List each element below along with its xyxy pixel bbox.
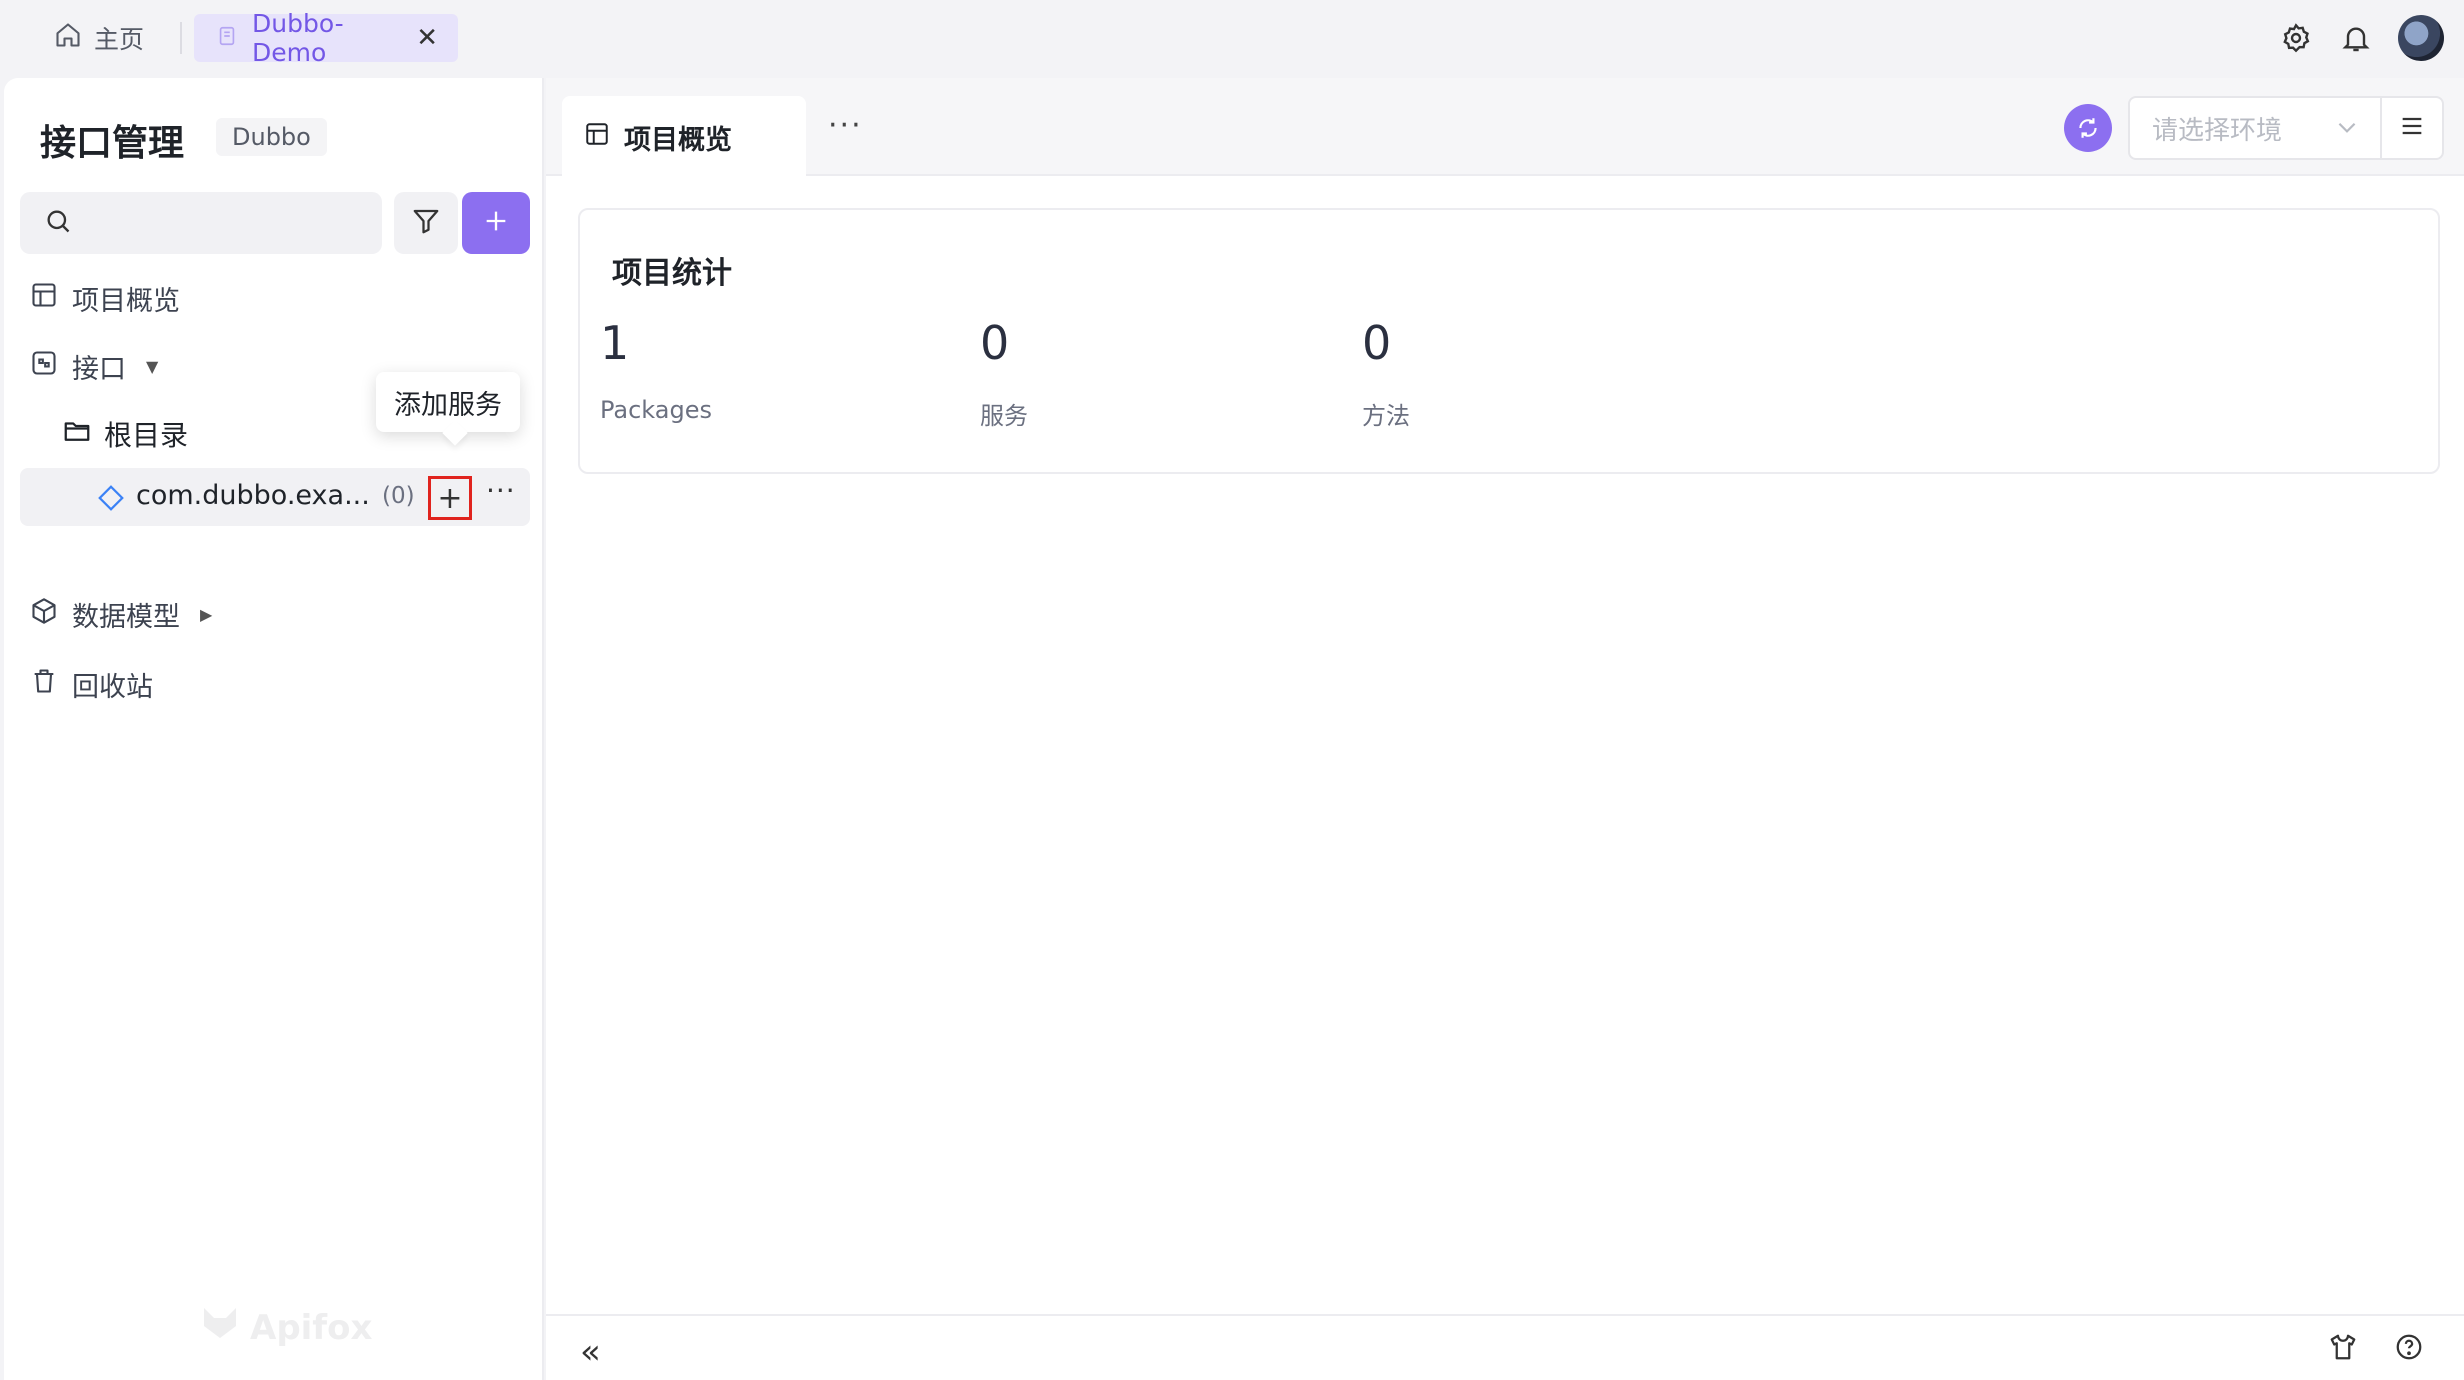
home-tab-label: 主页: [94, 25, 145, 54]
nav-item-data-models[interactable]: 数据模型 ▶: [30, 592, 212, 636]
chevron-down-icon: [2334, 114, 2360, 147]
main-panel: 项目概览 ··· 请选择环境 项目统计 1 Packages 0 服务 0 方法…: [546, 78, 2464, 1380]
plus-icon: [482, 207, 510, 239]
service-count: (0): [382, 483, 415, 509]
stat-value: 0: [980, 316, 1010, 370]
main-tab-bar: 项目概览 ··· 请选择环境: [546, 78, 2464, 178]
nav-item-apis[interactable]: 接口 ▼: [30, 344, 158, 388]
stat-label: Packages: [600, 396, 712, 424]
project-tab[interactable]: Dubbo-Demo ✕: [194, 9, 458, 67]
stat-label: 服务: [980, 402, 1028, 430]
protocol-badge: Dubbo: [216, 118, 327, 156]
environment-menu-button[interactable]: [2380, 96, 2444, 160]
nav-item-data-models-label: 数据模型: [72, 601, 180, 633]
close-icon[interactable]: ✕: [416, 23, 438, 53]
bottom-bar: «: [546, 1314, 2464, 1380]
shirt-icon[interactable]: [2328, 1332, 2358, 1366]
layout-icon: [30, 281, 58, 316]
nav-item-overview-label: 项目概览: [72, 285, 180, 317]
tab-more-icon[interactable]: ···: [828, 108, 863, 143]
sidebar: 接口管理 Dubbo 项目概览 接口 ▼ 根目录 com.dubbo.exa..…: [4, 78, 544, 1380]
trash-icon: [30, 667, 58, 702]
tooltip-add-service: 添加服务: [376, 372, 520, 432]
help-icon[interactable]: [2394, 1332, 2424, 1366]
doc-icon: [216, 24, 238, 53]
stat-label: 方法: [1362, 402, 1410, 430]
project-stats-card: 项目统计 1 Packages 0 服务 0 方法: [578, 208, 2440, 474]
top-bar: 主页 Dubbo-Demo ✕: [0, 0, 2464, 78]
avatar[interactable]: [2398, 15, 2444, 61]
apifox-logo-icon: [200, 1306, 240, 1349]
filter-button[interactable]: [394, 192, 458, 254]
stats-title: 项目统计: [612, 256, 732, 291]
service-name: com.dubbo.exa...: [136, 480, 370, 511]
caret-right-icon[interactable]: ▶: [200, 605, 212, 624]
project-tab-label: Dubbo-Demo: [252, 9, 344, 67]
nav-item-overview[interactable]: 项目概览: [30, 276, 180, 320]
app-window: 主页 Dubbo-Demo ✕ 接口管理 Dubbo 项目概览 接口 ▼ 根目录…: [0, 0, 2464, 1380]
home-tab[interactable]: 主页: [54, 16, 144, 60]
more-icon[interactable]: ···: [486, 474, 516, 507]
tree-folder-root[interactable]: 根目录: [62, 412, 188, 456]
caret-down-icon[interactable]: ▼: [146, 357, 158, 376]
tree-folder-label: 根目录: [104, 419, 189, 452]
tab-overview[interactable]: 项目概览: [562, 96, 806, 178]
search-icon: [44, 207, 72, 239]
tree-service-item[interactable]: com.dubbo.exa... (0) + ···: [20, 468, 530, 526]
bottom-actions: [2328, 1332, 2424, 1366]
search-input[interactable]: [86, 209, 376, 237]
tab-overview-label: 项目概览: [624, 124, 732, 156]
page-title: 接口管理: [40, 123, 185, 164]
topbar-divider: [180, 22, 182, 54]
stat-packages: 1 Packages: [600, 320, 712, 424]
stat-methods: 0 方法: [1362, 320, 1410, 431]
stat-value: 0: [1362, 316, 1392, 370]
environment-placeholder: 请选择环境: [2152, 115, 2283, 146]
menu-icon: [2398, 112, 2426, 144]
search-box[interactable]: [20, 192, 382, 254]
filter-icon: [411, 206, 441, 240]
add-button[interactable]: [462, 192, 530, 254]
nav-item-recycle-bin[interactable]: 回收站: [30, 662, 153, 706]
nav-item-apis-label: 接口: [72, 353, 126, 385]
top-right-actions: [2278, 12, 2444, 64]
settings-icon[interactable]: [2278, 20, 2314, 56]
bell-icon[interactable]: [2338, 20, 2374, 56]
cube-icon: [30, 597, 58, 632]
stat-value: 1: [600, 316, 630, 370]
collapse-sidebar-icon[interactable]: «: [580, 1332, 601, 1372]
api-icon: [30, 349, 58, 384]
apifox-watermark: Apifox: [200, 1306, 372, 1349]
stat-services: 0 服务: [980, 320, 1028, 431]
watermark-text: Apifox: [250, 1307, 373, 1348]
layout-icon: [584, 121, 610, 154]
home-icon: [54, 21, 82, 55]
add-service-button[interactable]: +: [428, 476, 472, 520]
sync-icon[interactable]: [2064, 104, 2112, 152]
nav-item-recycle-bin-label: 回收站: [72, 671, 153, 703]
folder-icon: [62, 416, 92, 453]
environment-select[interactable]: 请选择环境: [2128, 96, 2382, 160]
diamond-icon: [96, 483, 126, 517]
